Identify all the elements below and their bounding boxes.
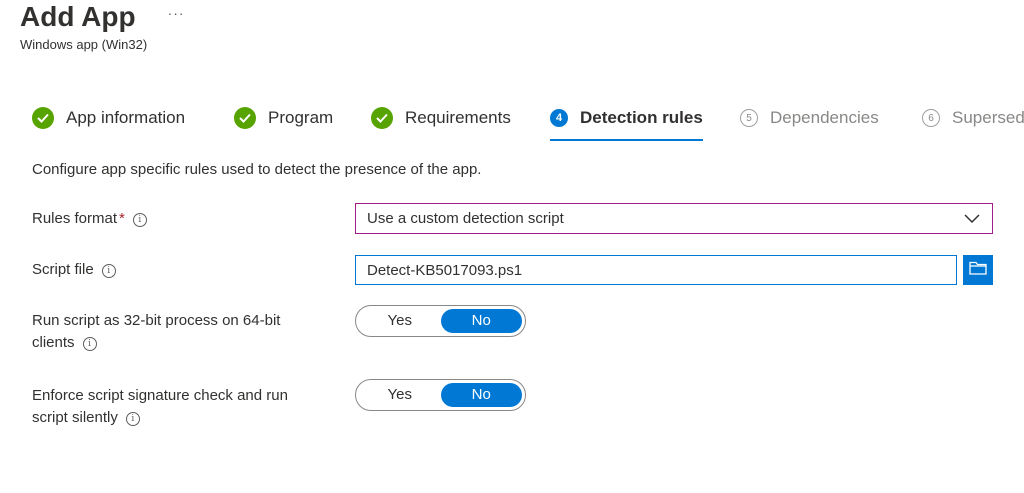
section-description: Configure app specific rules used to det… [32,161,482,178]
checkmark-icon [234,107,256,129]
step-number-badge: 4 [550,109,568,127]
browse-file-button[interactable] [963,255,993,285]
folder-icon [969,261,987,280]
step-program[interactable]: Program [234,103,333,133]
enforce-signature-no-option[interactable]: No [440,383,522,407]
step-requirements[interactable]: Requirements [371,103,511,133]
rules-format-dropdown[interactable]: Use a custom detection script [355,203,993,234]
info-icon[interactable]: i [132,213,147,227]
run-32bit-label-line2: clients [32,334,75,351]
step-label: App information [66,108,186,127]
enforce-signature-label: Enforce script signature check and run s… [32,385,288,429]
step-label: Dependencies [770,108,879,127]
rules-format-value: Use a custom detection script [367,210,564,227]
page-header: Add App ··· Windows app (Win32) [20,0,185,52]
step-label: Program [268,108,334,127]
rules-format-label: Rules format * i [32,208,147,230]
wizard-steps: App information Program Requirements 4 D… [32,103,1024,143]
title-row: Add App ··· [20,0,185,34]
script-file-label: Script file i [32,259,116,281]
script-file-input[interactable]: Detect-KB5017093.ps1 [355,255,957,285]
page-title: Add App [20,1,136,32]
more-options-button[interactable]: ··· [168,5,185,21]
step-detection-rules[interactable]: 4 Detection rules [550,103,703,141]
required-marker: * [119,210,125,227]
step-number-badge: 6 [922,109,940,127]
run-32bit-toggle: Yes No [355,305,526,337]
enforce-signature-toggle: Yes No [355,379,526,411]
step-supersedence[interactable]: 6 Supersed [922,103,1024,133]
info-icon[interactable]: i [101,264,116,278]
step-number-badge: 5 [740,109,758,127]
checkmark-icon [32,107,54,129]
step-label: Requirements [405,108,511,127]
enforce-signature-label-line2: script silently [32,409,118,426]
step-label: Supersed [952,108,1024,127]
info-icon[interactable]: i [125,412,140,426]
script-file-label-text: Script file [32,261,94,278]
step-app-information[interactable]: App information [32,103,185,133]
info-icon[interactable]: i [82,337,97,351]
run-32bit-label: Run script as 32-bit process on 64-bit c… [32,310,280,354]
page-subtitle: Windows app (Win32) [20,37,148,52]
step-label: Detection rules [580,108,703,127]
enforce-signature-label-line1: Enforce script signature check and run [32,387,288,404]
enforce-signature-yes-option[interactable]: Yes [359,383,441,407]
chevron-down-icon [964,212,980,229]
run-32bit-label-line1: Run script as 32-bit process on 64-bit [32,312,281,329]
step-dependencies[interactable]: 5 Dependencies [740,103,879,133]
rules-format-label-text: Rules format [32,210,118,227]
run-32bit-yes-option[interactable]: Yes [359,309,441,333]
script-file-value: Detect-KB5017093.ps1 [367,261,523,279]
checkmark-icon [371,107,393,129]
run-32bit-no-option[interactable]: No [440,309,522,333]
